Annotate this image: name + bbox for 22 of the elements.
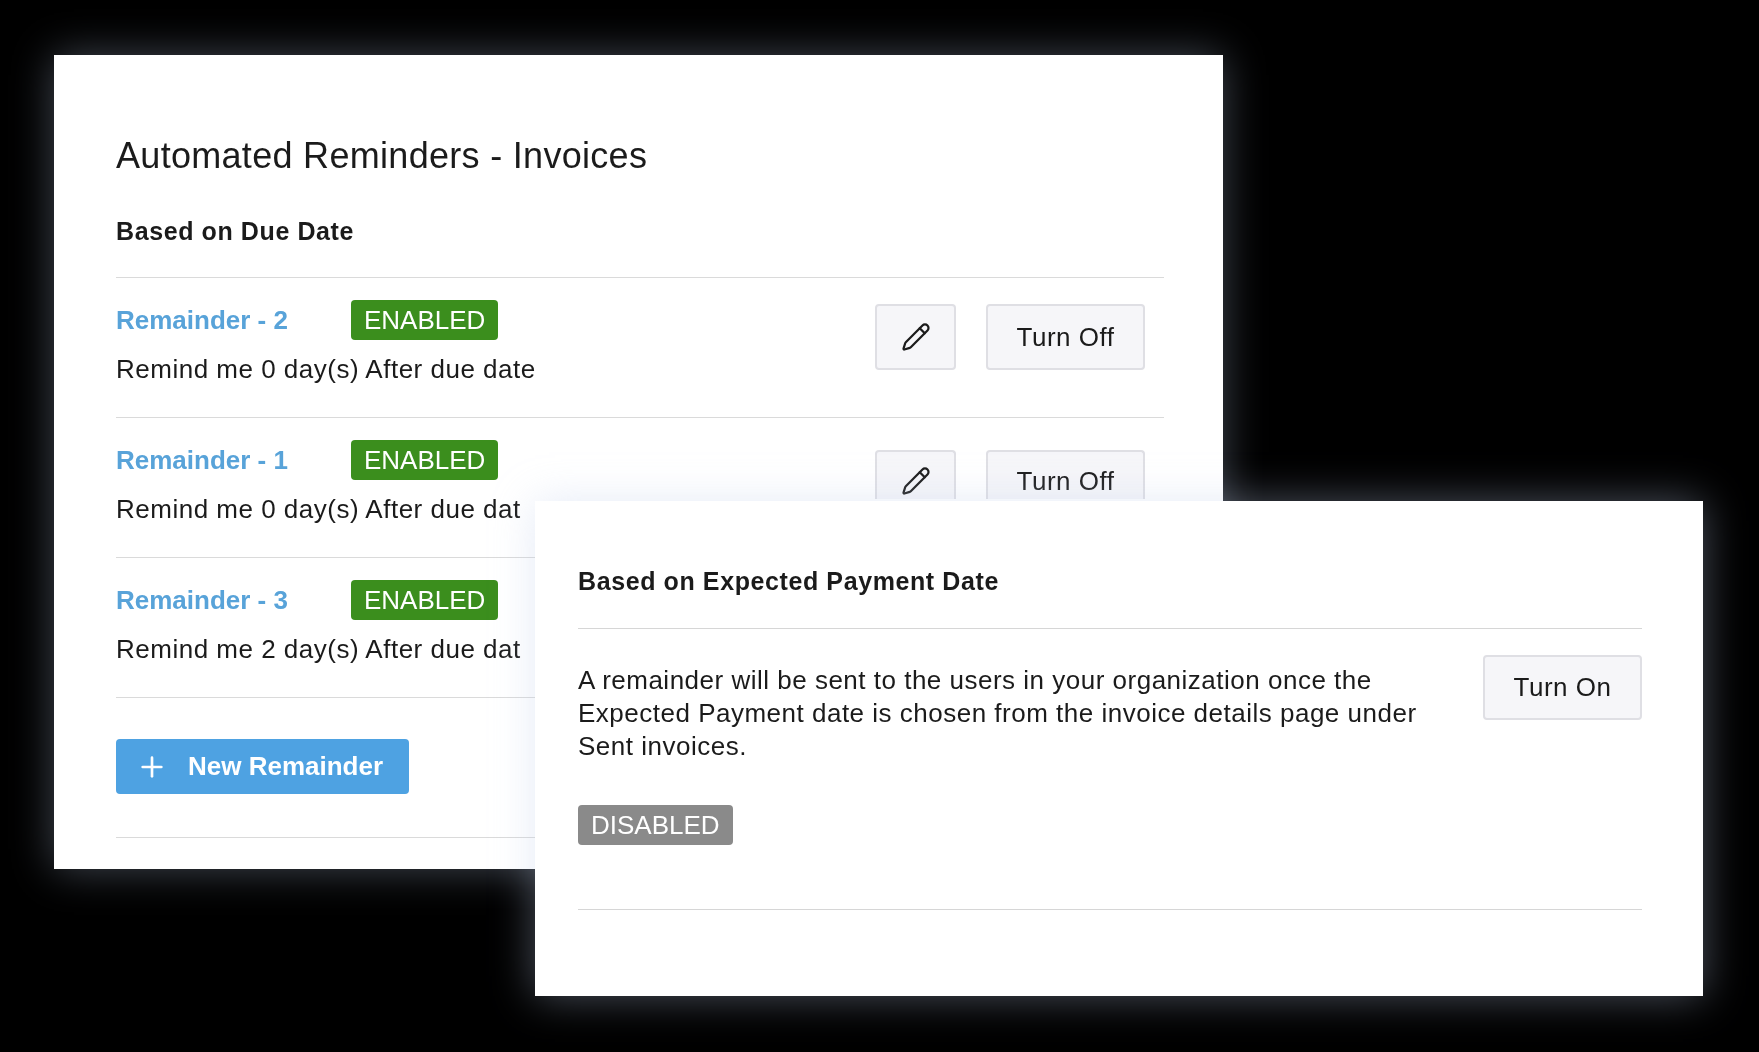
status-badge: ENABLED xyxy=(351,580,499,620)
reminder-description: Remind me 0 day(s) After due date xyxy=(116,354,536,384)
reminder-description: Remind me 2 day(s) After due dat xyxy=(116,634,521,664)
toggle-button[interactable]: Turn Off xyxy=(986,304,1145,370)
status-badge: DISABLED xyxy=(578,805,733,845)
reminder-name[interactable]: Remainder - 1 xyxy=(116,440,351,480)
section-title: Based on Expected Payment Date xyxy=(578,567,999,595)
toggle-button[interactable]: Turn Off xyxy=(986,450,1145,499)
page-title: Automated Reminders - Invoices xyxy=(116,135,648,177)
status-badge: ENABLED xyxy=(351,440,499,480)
pencil-icon xyxy=(900,322,931,352)
new-reminder-button[interactable]: New Remainder xyxy=(116,739,409,794)
reminder-description: Remind me 0 day(s) After due dat xyxy=(116,494,521,524)
reminder-name[interactable]: Remainder - 3 xyxy=(116,580,351,620)
edit-button[interactable] xyxy=(875,450,956,499)
reminder-description: A remainder will be sent to the users in your organization once the Expected Payment date is chosen from the invoice details page under Sent invoices. xyxy=(578,664,1418,763)
pencil-icon xyxy=(900,466,931,496)
edit-button[interactable] xyxy=(875,304,956,370)
section-title: Based on Due Date xyxy=(116,217,355,245)
status-badge: ENABLED xyxy=(351,300,499,340)
toggle-button[interactable]: Turn On xyxy=(1483,655,1642,720)
reminder-name[interactable]: Remainder - 2 xyxy=(116,300,351,340)
